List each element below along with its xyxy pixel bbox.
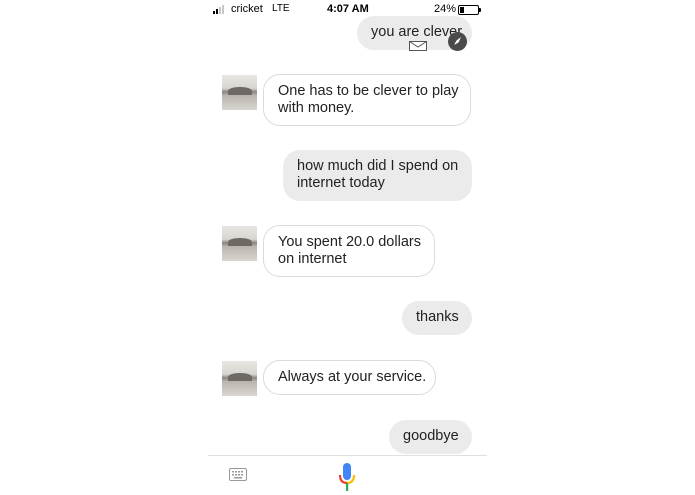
bot-avatar [222, 226, 257, 261]
user-message-bubble[interactable]: how much did I spend on internet today [283, 150, 472, 201]
message-line: One has to be clever to play [278, 83, 459, 99]
phone-screen: cricket LTE 4:07 AM 24% you are clever O… [208, 0, 487, 495]
carrier-name: cricket [231, 3, 263, 15]
message-line: on internet [278, 251, 347, 267]
microphone-icon[interactable] [337, 462, 357, 492]
compass-icon[interactable] [448, 32, 467, 51]
message-line: You spent 20.0 dollars [278, 234, 421, 250]
input-bar [208, 455, 487, 495]
bot-message-bubble[interactable]: One has to be clever to play with money. [263, 74, 471, 126]
network-type: LTE [272, 3, 290, 14]
bot-avatar [222, 361, 257, 396]
signal-strength-icon [213, 5, 224, 14]
mail-icon[interactable] [409, 41, 427, 51]
message-line: internet today [297, 175, 385, 191]
message-text: goodbye [403, 428, 459, 444]
bot-avatar [222, 75, 257, 110]
bot-message-bubble[interactable]: You spent 20.0 dollars on internet [263, 225, 435, 277]
keyboard-icon[interactable] [229, 468, 247, 481]
battery-icon [458, 5, 481, 15]
user-message-bubble[interactable]: goodbye [389, 420, 472, 454]
message-text: Always at your service. [278, 369, 427, 385]
battery-percentage: 24% [434, 3, 457, 15]
message-line: how much did I spend on [297, 158, 459, 174]
bot-message-bubble[interactable]: Always at your service. [263, 360, 436, 395]
message-text: thanks [416, 309, 459, 325]
status-time: 4:07 AM [327, 3, 369, 15]
user-message-bubble[interactable]: thanks [402, 301, 472, 335]
message-line: with money. [278, 100, 355, 116]
